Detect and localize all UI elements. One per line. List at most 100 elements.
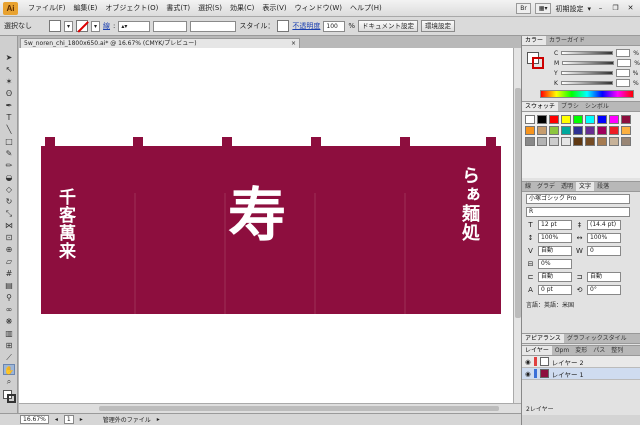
swatch[interactable] <box>573 137 583 146</box>
font-style-field[interactable]: R <box>526 206 630 217</box>
eyedropper-tool-icon[interactable]: ⚲ <box>3 292 15 303</box>
rectangle-tool-icon[interactable]: □ <box>3 136 15 147</box>
menu-object[interactable]: オブジェクト(O) <box>101 0 162 17</box>
line-tool-icon[interactable]: ╲ <box>3 124 15 135</box>
kerning-field[interactable]: 自動 <box>538 245 572 256</box>
symbol-sprayer-tool-icon[interactable]: ❋ <box>3 316 15 327</box>
layer-row[interactable]: ◉ レイヤー 2 <box>522 356 640 368</box>
artboard-prev-icon[interactable]: ◂ <box>55 416 58 423</box>
stroke-weight-field[interactable]: ▴▾ <box>118 20 151 32</box>
swatch[interactable] <box>585 137 595 146</box>
swatch[interactable] <box>621 115 631 124</box>
graph-tool-icon[interactable]: ▥ <box>3 328 15 339</box>
stroke-color-box[interactable] <box>7 394 16 403</box>
width-tool-icon[interactable]: ⋈ <box>3 220 15 231</box>
tab-opm[interactable]: Opm <box>552 346 572 355</box>
swatch[interactable] <box>525 115 535 124</box>
scale-tool-icon[interactable]: ⤡ <box>3 208 15 219</box>
opacity-field[interactable]: 100 <box>323 20 346 32</box>
swatch[interactable] <box>537 126 547 135</box>
swatch[interactable] <box>561 126 571 135</box>
swatch[interactable] <box>549 126 559 135</box>
restore-icon[interactable]: ❐ <box>610 3 621 14</box>
tab-appearance[interactable]: アピアランス <box>522 334 564 343</box>
menu-effect[interactable]: 効果(C) <box>226 0 258 17</box>
vertical-scale-field[interactable]: 100% <box>538 232 572 243</box>
preferences-button[interactable]: 環境設定 <box>421 20 456 32</box>
layer-row[interactable]: ◉ レイヤー 1 <box>522 368 640 380</box>
zoom-tool-icon[interactable]: ⌕ <box>3 376 15 387</box>
swatch[interactable] <box>585 115 595 124</box>
vertical-scrollbar[interactable] <box>513 48 521 403</box>
zoom-field[interactable]: 16.67% <box>20 415 49 424</box>
tab-color-guide[interactable]: カラーガイド <box>546 36 588 45</box>
menu-type[interactable]: 書式(T) <box>162 0 194 17</box>
tab-symbols[interactable]: シンボル <box>582 102 612 111</box>
menu-window[interactable]: ウィンドウ(W) <box>291 0 346 17</box>
selection-tool-icon[interactable]: ➤ <box>3 52 15 63</box>
swatch[interactable] <box>549 115 559 124</box>
eraser-tool-icon[interactable]: ◇ <box>3 184 15 195</box>
opacity-link[interactable]: 不透明度 <box>292 21 320 31</box>
tab-transform[interactable]: 変形 <box>572 346 590 355</box>
swatch[interactable] <box>597 126 607 135</box>
visibility-eye-icon[interactable]: ◉ <box>525 370 531 378</box>
workspace-switcher[interactable]: 初期設定 <box>555 4 583 14</box>
swatch[interactable] <box>621 126 631 135</box>
swatch[interactable] <box>585 126 595 135</box>
tab-transparency[interactable]: 透明 <box>558 182 576 191</box>
mesh-tool-icon[interactable]: # <box>3 268 15 279</box>
artboard-tool-icon[interactable]: ⊞ <box>3 340 15 351</box>
swatch[interactable] <box>609 115 619 124</box>
status-menu-icon[interactable]: ▸ <box>157 416 160 423</box>
tracking-field[interactable]: 0 <box>587 245 621 256</box>
pencil-tool-icon[interactable]: ✏ <box>3 160 15 171</box>
free-transform-tool-icon[interactable]: ⊡ <box>3 232 15 243</box>
fill-swatch[interactable] <box>49 20 61 32</box>
swatch[interactable] <box>609 137 619 146</box>
perspective-grid-tool-icon[interactable]: ▱ <box>3 256 15 267</box>
menu-edit[interactable]: 編集(E) <box>70 0 102 17</box>
visibility-eye-icon[interactable]: ◉ <box>525 358 531 366</box>
tab-paragraph[interactable]: 段落 <box>594 182 612 191</box>
swatch[interactable] <box>561 115 571 124</box>
language-label[interactable]: 言語：英語：米国 <box>526 300 574 309</box>
variable-width-dropdown[interactable] <box>153 20 188 32</box>
leading-field[interactable]: (14.4 pt) <box>587 219 621 230</box>
tab-align[interactable]: 整列 <box>608 346 626 355</box>
tab-layers[interactable]: レイヤー <box>522 346 552 355</box>
swatch[interactable] <box>549 137 559 146</box>
tab-color[interactable]: カラー <box>522 36 547 45</box>
stroke-dropdown[interactable]: ▾ <box>91 20 101 32</box>
pen-tool-icon[interactable]: ✒ <box>3 100 15 111</box>
swatch[interactable] <box>573 126 583 135</box>
menu-view[interactable]: 表示(V) <box>258 0 290 17</box>
swatch[interactable] <box>597 137 607 146</box>
color-spectrum[interactable] <box>540 90 634 98</box>
tab-gradient[interactable]: グラデ <box>534 182 558 191</box>
tab-character[interactable]: 文字 <box>576 182 595 191</box>
rotate-tool-icon[interactable]: ↻ <box>3 196 15 207</box>
m-slider[interactable] <box>562 61 615 65</box>
tab-graphic-styles[interactable]: グラフィックスタイル <box>564 334 630 343</box>
hand-tool-icon[interactable]: ✋ <box>3 364 15 375</box>
swatch[interactable] <box>597 115 607 124</box>
font-family-field[interactable]: 小塚ゴシック Pro <box>526 193 630 204</box>
arrange-documents-button[interactable]: ▦▾ <box>534 3 552 14</box>
artboard-canvas[interactable]: 千客萬来 寿 らぁ麺処 <box>19 48 513 403</box>
tsume-field[interactable]: 0% <box>538 258 572 269</box>
artboard-number-field[interactable]: 1 <box>63 415 74 424</box>
brush-dropdown[interactable] <box>190 20 237 32</box>
k-field[interactable] <box>615 79 630 87</box>
bridge-button[interactable]: Br <box>516 3 531 14</box>
c-field[interactable] <box>616 49 631 57</box>
baseline-shift-field[interactable]: 0 pt <box>538 284 572 295</box>
swatch[interactable] <box>561 137 571 146</box>
close-icon[interactable]: ✕ <box>625 3 636 14</box>
graphic-style-swatch[interactable] <box>277 20 290 32</box>
close-icon[interactable]: × <box>291 39 296 48</box>
stroke-swatch[interactable] <box>76 20 89 32</box>
type-tool-icon[interactable]: T <box>3 112 15 123</box>
lasso-tool-icon[interactable]: ʘ <box>3 88 15 99</box>
horizontal-scrollbar[interactable] <box>19 403 521 413</box>
